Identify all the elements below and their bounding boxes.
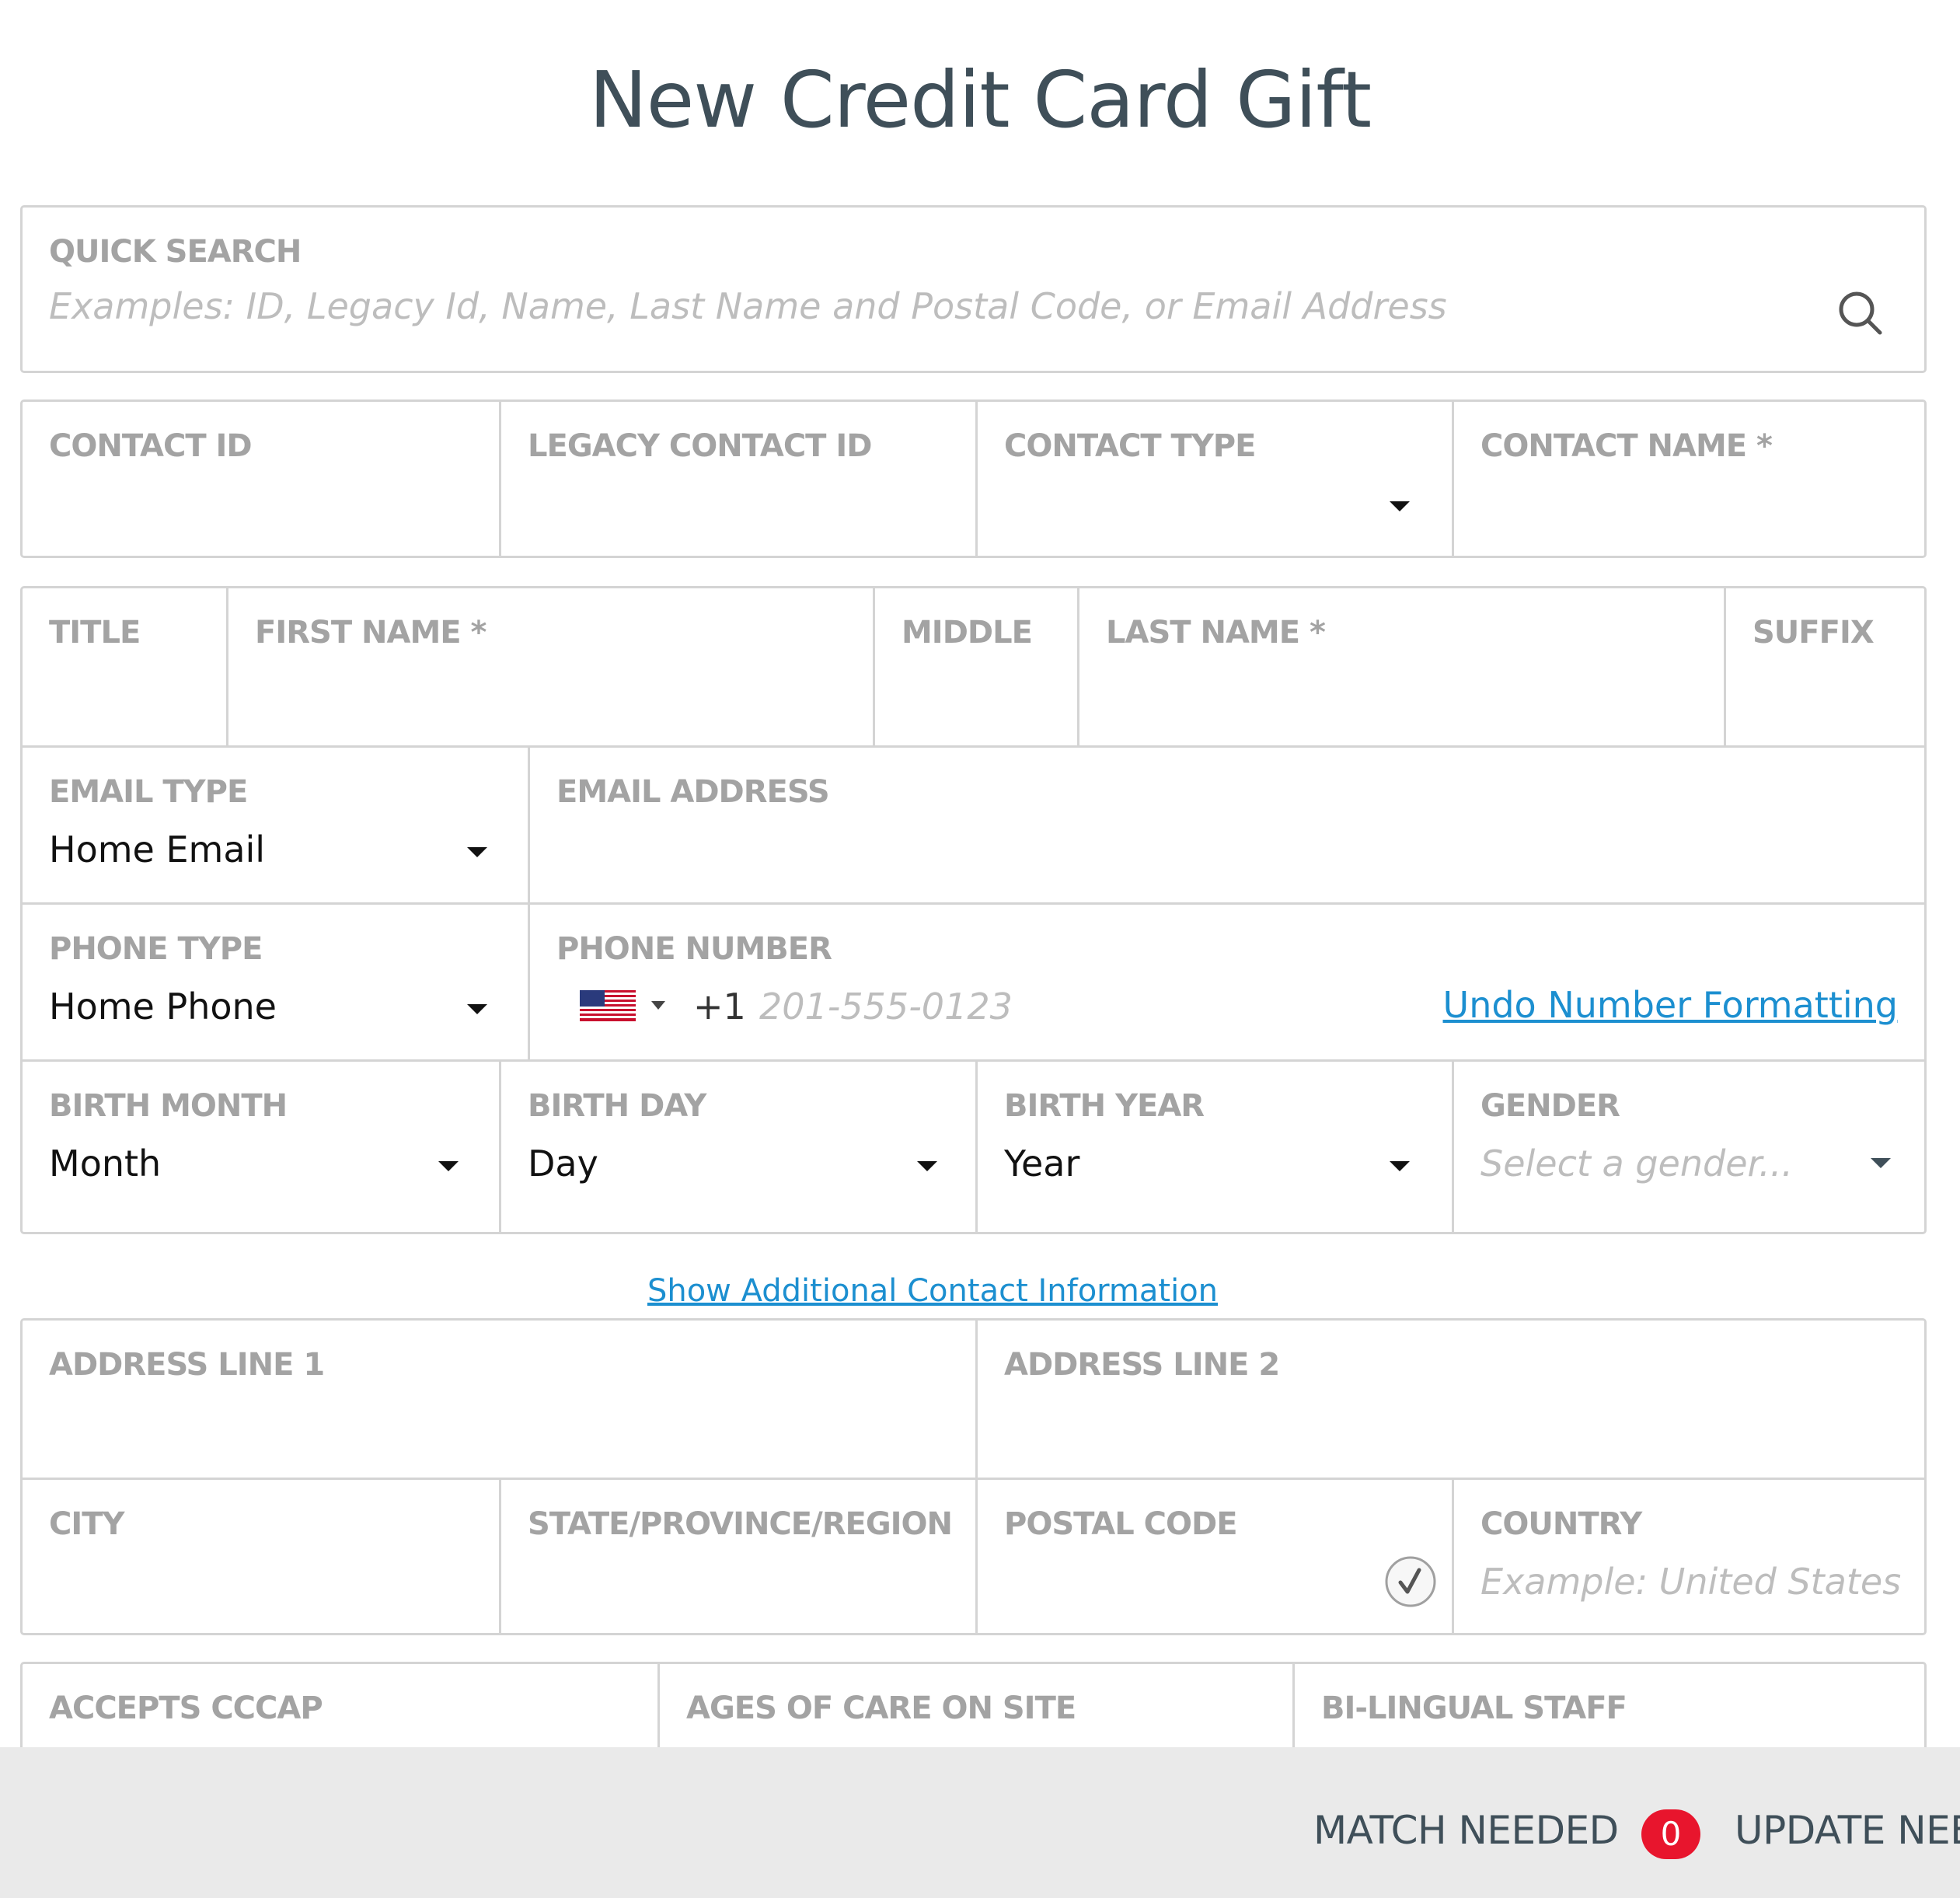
search-icon[interactable] [1837,290,1884,337]
last-name-label: LAST NAME * [1106,615,1326,651]
chevron-down-icon [467,847,487,857]
email-type-label: EMAIL TYPE [49,774,248,810]
bilingual-staff-label: BI-LINGUAL STAFF [1321,1690,1627,1726]
title-field[interactable]: TITLE [23,588,226,745]
contact-type-label: CONTACT TYPE [1004,428,1256,464]
undo-number-formatting-link[interactable]: Undo Number Formatting [1443,984,1898,1026]
birth-year-select[interactable]: BIRTH YEAR Year [975,1062,1452,1232]
title-label: TITLE [49,615,141,651]
chevron-down-icon [1390,501,1410,511]
email-row: EMAIL TYPE Home Email EMAIL ADDRESS [23,745,1924,902]
email-type-value: Home Email [49,829,266,870]
country-label: COUNTRY [1480,1506,1642,1542]
phone-number-field: PHONE NUMBER +1 201-555-0123 Undo Number… [528,905,1924,1059]
quick-search-input[interactable]: Examples: ID, Legacy Id, Name, Last Name… [49,285,1447,327]
contact-id-field[interactable]: CONTACT ID [23,402,499,556]
quick-search-panel: QUICK SEARCH Examples: ID, Legacy Id, Na… [20,205,1927,373]
contact-type-select[interactable]: CONTACT TYPE [975,402,1452,556]
birth-day-select[interactable]: BIRTH DAY Day [499,1062,975,1232]
page: New Credit Card Gift QUICK SEARCH Exampl… [0,0,1960,1898]
country-code-select[interactable] [580,990,673,1024]
birth-row: BIRTH MONTH Month BIRTH DAY Day BIRTH YE… [23,1059,1924,1232]
birth-month-value: Month [49,1143,162,1185]
birth-year-value: Year [1004,1143,1080,1185]
phone-type-select[interactable]: PHONE TYPE Home Phone [23,905,528,1059]
phone-number-input[interactable]: 201-555-0123 [759,986,1013,1028]
city-label: CITY [49,1506,124,1542]
email-address-label: EMAIL ADDRESS [556,774,830,810]
update-needed-label[interactable]: UPDATE NEE [1735,1808,1960,1853]
phone-type-label: PHONE TYPE [49,931,263,967]
phone-type-value: Home Phone [49,986,277,1028]
legacy-contact-id-field[interactable]: LEGACY CONTACT ID [499,402,975,556]
country-placeholder: Example: United States [1480,1561,1902,1603]
postal-code-field[interactable]: POSTAL CODE [975,1480,1452,1633]
chevron-down-icon [917,1161,937,1171]
country-field[interactable]: COUNTRY Example: United States [1452,1480,1924,1633]
address-line-2-label: ADDRESS LINE 2 [1004,1347,1280,1383]
middle-name-field[interactable]: MIDDLE [873,588,1077,745]
birth-year-label: BIRTH YEAR [1004,1088,1205,1124]
suffix-label: SUFFIX [1752,615,1875,651]
quick-search-label: QUICK SEARCH [49,234,302,270]
address-line-1-field[interactable]: ADDRESS LINE 1 [23,1321,975,1478]
address-lines-row: ADDRESS LINE 1 ADDRESS LINE 2 [23,1321,1924,1478]
chevron-down-icon [651,1001,665,1010]
gender-label: GENDER [1480,1088,1620,1124]
first-name-field[interactable]: FIRST NAME * [226,588,873,745]
postal-code-label: POSTAL CODE [1004,1506,1238,1542]
birth-day-label: BIRTH DAY [528,1088,706,1124]
phone-number-label: PHONE NUMBER [556,931,832,967]
contact-panel: CONTACT ID LEGACY CONTACT ID CONTACT TYP… [20,399,1927,558]
contact-name-label: CONTACT NAME * [1480,428,1773,464]
footer-bar: MATCH NEEDED 0 UPDATE NEE [0,1747,1960,1898]
state-label: STATE/PROVINCE/REGION [528,1506,953,1542]
match-needed-label[interactable]: MATCH NEEDED [1313,1808,1619,1853]
checkmark-circle-icon [1385,1556,1436,1607]
chevron-down-icon [1871,1158,1891,1168]
legacy-contact-id-label: LEGACY CONTACT ID [528,428,872,464]
address-line-1-label: ADDRESS LINE 1 [49,1347,325,1383]
contact-details-panel: TITLE FIRST NAME * MIDDLE LAST NAME * SU… [20,586,1927,1234]
city-field[interactable]: CITY [23,1480,499,1633]
contact-name-field[interactable]: CONTACT NAME * [1452,402,1924,556]
ages-of-care-label: AGES OF CARE ON SITE [686,1690,1076,1726]
show-additional-contact-info-link[interactable]: Show Additional Contact Information [0,1273,1865,1309]
country-code: +1 [693,986,746,1028]
chevron-down-icon [1390,1161,1410,1171]
contact-id-label: CONTACT ID [49,428,253,464]
last-name-field[interactable]: LAST NAME * [1077,588,1724,745]
email-address-field[interactable]: EMAIL ADDRESS [528,748,1924,902]
accepts-cccap-label: ACCEPTS CCCAP [49,1690,323,1726]
chevron-down-icon [467,1004,487,1014]
chevron-down-icon [438,1161,459,1171]
gender-select[interactable]: GENDER Select a gender... [1452,1062,1924,1232]
first-name-label: FIRST NAME * [255,615,487,651]
state-field[interactable]: STATE/PROVINCE/REGION [499,1480,975,1633]
suffix-field[interactable]: SUFFIX [1724,588,1924,745]
us-flag-icon [580,990,636,1021]
page-title: New Credit Card Gift [588,54,1372,145]
birth-month-label: BIRTH MONTH [49,1088,288,1124]
birth-month-select[interactable]: BIRTH MONTH Month [23,1062,499,1232]
email-type-select[interactable]: EMAIL TYPE Home Email [23,748,528,902]
show-additional-contact-info-text[interactable]: Show Additional Contact Information [647,1273,1218,1309]
name-row: TITLE FIRST NAME * MIDDLE LAST NAME * SU… [23,588,1924,745]
middle-name-label: MIDDLE [902,615,1033,651]
birth-day-value: Day [528,1143,598,1185]
phone-row: PHONE TYPE Home Phone PHONE NUMBER +1 20… [23,902,1924,1059]
city-row: CITY STATE/PROVINCE/REGION POSTAL CODE C… [23,1478,1924,1633]
address-line-2-field[interactable]: ADDRESS LINE 2 [975,1321,1924,1478]
match-needed-count-badge: 0 [1641,1809,1700,1859]
gender-placeholder: Select a gender... [1480,1143,1794,1185]
address-panel: ADDRESS LINE 1 ADDRESS LINE 2 CITY STATE… [20,1318,1927,1635]
